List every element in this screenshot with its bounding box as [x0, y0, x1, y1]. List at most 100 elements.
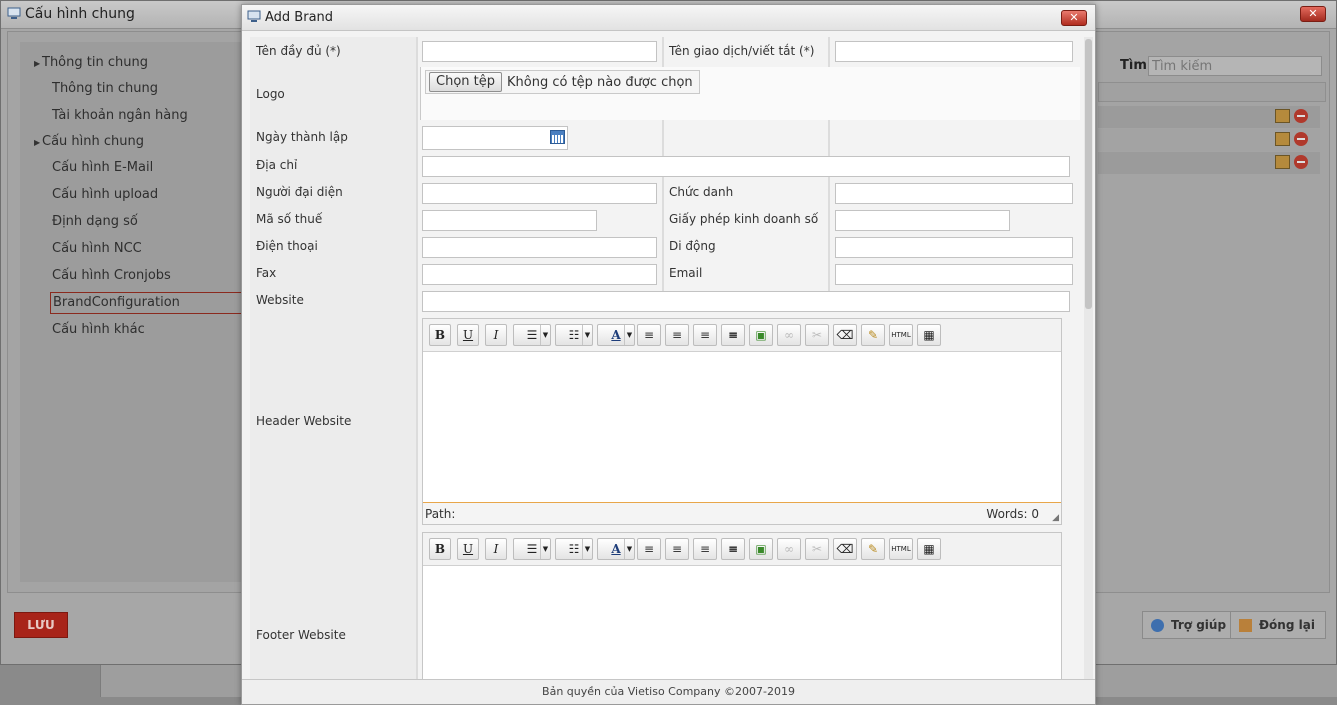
editor-word-count: Words: 0: [986, 507, 1039, 521]
website-input[interactable]: [422, 291, 1070, 312]
close-icon[interactable]: ✕: [1300, 6, 1326, 22]
justify-button[interactable]: ≡: [721, 324, 745, 346]
table-row[interactable]: [1098, 106, 1320, 128]
align-right-button[interactable]: ≡: [693, 324, 717, 346]
sidebar-item-ncc-config[interactable]: Cấu hình NCC: [52, 241, 142, 263]
email-label: Email: [669, 266, 703, 280]
address-label: Địa chỉ: [256, 158, 298, 172]
sidebar-group-general-config[interactable]: ▶ Cấu hình chung: [34, 134, 144, 156]
logo-file-input[interactable]: Chọn tệp Không có tệp nào được chọn: [425, 70, 700, 94]
table-row[interactable]: [1098, 129, 1320, 151]
tax-code-input[interactable]: [422, 210, 597, 231]
resize-handle-icon[interactable]: ◢: [1052, 513, 1059, 523]
font-color-button[interactable]: A ▼: [597, 538, 635, 560]
italic-button[interactable]: I: [485, 324, 507, 346]
bold-button[interactable]: B: [429, 324, 451, 346]
delete-icon[interactable]: [1294, 155, 1308, 169]
clean-format-icon[interactable]: ✎: [861, 538, 885, 560]
chevron-down-icon: ▼: [582, 325, 592, 345]
sidebar-item-upload-config[interactable]: Cấu hình upload: [52, 187, 158, 209]
html-source-button[interactable]: HTML: [889, 538, 913, 560]
close-icon[interactable]: ✕: [1061, 10, 1087, 26]
sidebar-item-cronjobs-config[interactable]: Cấu hình Cronjobs: [52, 268, 171, 290]
edit-icon[interactable]: [1275, 132, 1290, 146]
align-left-button[interactable]: ≡: [637, 538, 661, 560]
numbered-list-button[interactable]: ☷ ▼: [555, 324, 593, 346]
add-brand-titlebar: Add Brand ✕: [242, 5, 1095, 31]
caret-right-icon: ▶: [34, 59, 41, 68]
numbered-list-icon: ☷: [568, 328, 580, 342]
sidebar-group-general-info[interactable]: ▶ Thông tin chung: [34, 55, 148, 77]
mobile-label: Di động: [669, 239, 716, 253]
email-input[interactable]: [835, 264, 1073, 285]
clean-format-icon[interactable]: ✎: [861, 324, 885, 346]
chevron-down-icon: ▼: [624, 539, 634, 559]
close-button[interactable]: Đóng lại: [1230, 611, 1326, 639]
sidebar-item-brandconfiguration[interactable]: BrandConfiguration: [50, 292, 250, 314]
insert-image-icon[interactable]: ▣: [749, 324, 773, 346]
search-input[interactable]: [1148, 56, 1322, 76]
save-button[interactable]: LƯU: [14, 612, 68, 638]
font-color-button[interactable]: A ▼: [597, 324, 635, 346]
insert-image-icon[interactable]: ▣: [749, 538, 773, 560]
eraser-icon[interactable]: ⌫: [833, 324, 857, 346]
sidebar-item-bank-account[interactable]: Tài khoản ngân hàng: [52, 108, 188, 130]
eraser-icon[interactable]: ⌫: [833, 538, 857, 560]
underline-button[interactable]: U: [457, 324, 479, 346]
phone-input[interactable]: [422, 237, 657, 258]
choose-file-button[interactable]: Chọn tệp: [429, 72, 502, 92]
justify-button[interactable]: ≡: [721, 538, 745, 560]
align-center-button[interactable]: ≡: [665, 324, 689, 346]
chevron-down-icon: ▼: [624, 325, 634, 345]
representative-input[interactable]: [422, 183, 657, 204]
footer-website-label: Footer Website: [256, 628, 346, 642]
edit-icon[interactable]: [1275, 109, 1290, 123]
fax-input[interactable]: [422, 264, 657, 285]
fullscreen-icon[interactable]: ▦: [917, 538, 941, 560]
align-right-button[interactable]: ≡: [693, 538, 717, 560]
header-website-label: Header Website: [256, 414, 352, 428]
delete-icon[interactable]: [1294, 132, 1308, 146]
position-label: Chức danh: [669, 185, 734, 199]
unlink-icon[interactable]: ✂: [805, 538, 829, 560]
unlink-icon[interactable]: ✂: [805, 324, 829, 346]
address-input[interactable]: [422, 156, 1070, 177]
numbered-list-button[interactable]: ☷ ▼: [555, 538, 593, 560]
calendar-icon[interactable]: [550, 130, 565, 144]
founded-date-input[interactable]: [422, 126, 568, 150]
align-left-button[interactable]: ≡: [637, 324, 661, 346]
italic-button[interactable]: I: [485, 538, 507, 560]
sidebar-item-email-config[interactable]: Cấu hình E-Mail: [52, 160, 153, 182]
edit-icon[interactable]: [1275, 155, 1290, 169]
founded-date-label: Ngày thành lập: [256, 130, 348, 144]
editor-toolbar: B U I ☰ ▼ ☷ ▼ A ▼ ≡ ≡ ≡ ≡ ▣ ∞ ✂ ⌫ ✎ HTML ▦: [423, 319, 1061, 352]
link-icon[interactable]: ∞: [777, 538, 801, 560]
sidebar: ▶ Thông tin chung Thông tin chung Tài kho…: [20, 42, 250, 582]
business-license-input[interactable]: [835, 210, 1010, 231]
dialog-footer: Bản quyền của Vietiso Company ©2007-2019: [242, 679, 1095, 704]
delete-icon[interactable]: [1294, 109, 1308, 123]
full-name-input[interactable]: [422, 41, 657, 62]
footer-website-editor: B U I ☰ ▼ ☷ ▼ A ▼ ≡ ≡ ≡ ≡ ▣ ∞ ✂ ⌫ ✎ HTML ▦: [422, 532, 1062, 681]
html-source-button[interactable]: HTML: [889, 324, 913, 346]
fullscreen-icon[interactable]: ▦: [917, 324, 941, 346]
sidebar-item-other-config[interactable]: Cấu hình khác: [52, 322, 145, 344]
underline-button[interactable]: U: [457, 538, 479, 560]
representative-label: Người đại diện: [256, 185, 343, 199]
window-icon: [247, 10, 261, 26]
position-input[interactable]: [835, 183, 1073, 204]
trade-name-input[interactable]: [835, 41, 1073, 62]
editor-toolbar: B U I ☰ ▼ ☷ ▼ A ▼ ≡ ≡ ≡ ≡ ▣ ∞ ✂ ⌫ ✎ HTML ▦: [423, 533, 1061, 566]
sidebar-item-general-info[interactable]: Thông tin chung: [52, 81, 158, 103]
sidebar-item-number-format[interactable]: Định dạng số: [52, 214, 138, 236]
bold-button[interactable]: B: [429, 538, 451, 560]
scrollbar-thumb[interactable]: [1085, 39, 1092, 309]
bullet-list-button[interactable]: ☰ ▼: [513, 538, 551, 560]
table-row[interactable]: [1098, 152, 1320, 174]
mobile-input[interactable]: [835, 237, 1073, 258]
help-button[interactable]: Trợ giúp: [1142, 611, 1238, 639]
align-center-button[interactable]: ≡: [665, 538, 689, 560]
bullet-list-button[interactable]: ☰ ▼: [513, 324, 551, 346]
link-icon[interactable]: ∞: [777, 324, 801, 346]
dialog-scrollbar[interactable]: [1084, 37, 1093, 681]
